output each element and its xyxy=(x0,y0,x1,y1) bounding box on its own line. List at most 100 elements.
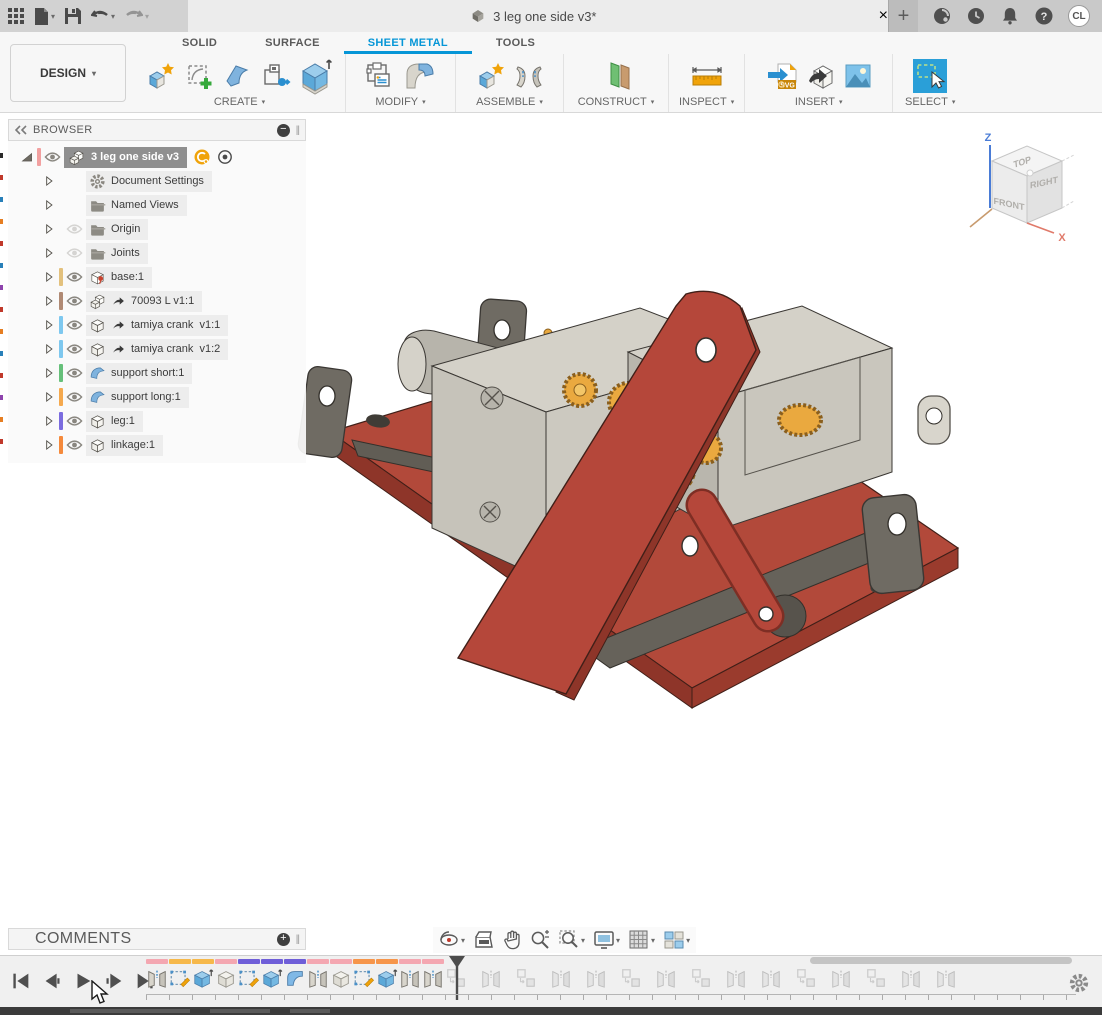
visibility-eye-icon[interactable] xyxy=(66,342,83,356)
group-label-insert[interactable]: INSERT▾ xyxy=(795,96,843,108)
undo-button[interactable]: ▾ xyxy=(91,9,115,24)
measure-icon[interactable] xyxy=(690,62,724,90)
help-icon[interactable]: ? xyxy=(1034,6,1054,26)
close-tab-icon[interactable]: × xyxy=(879,7,888,25)
look-at-icon[interactable] xyxy=(474,931,494,949)
expand-arrow-icon[interactable] xyxy=(42,222,56,236)
timeline-feature[interactable] xyxy=(353,959,375,990)
browser-row[interactable]: Document Settings xyxy=(8,169,306,193)
browser-root-row[interactable]: 3 leg one side v3 xyxy=(8,145,306,169)
selected-root-item[interactable]: 3 leg one side v3 xyxy=(64,147,187,168)
tab-tools[interactable]: TOOLS xyxy=(472,34,559,54)
visibility-eye-icon[interactable] xyxy=(66,270,83,284)
visibility-eye-icon[interactable] xyxy=(66,438,83,452)
grid-settings-icon[interactable]: ▾ xyxy=(629,930,655,950)
visibility-eye-icon[interactable] xyxy=(66,318,83,332)
browser-item-label[interactable]: linkage:1 xyxy=(111,439,155,451)
avatar[interactable]: CL xyxy=(1068,5,1090,27)
expand-arrow-icon[interactable] xyxy=(42,390,56,404)
browser-header[interactable]: BROWSER − || xyxy=(8,119,306,141)
timeline-settings-gear-icon[interactable] xyxy=(1068,972,1090,994)
timeline-feature[interactable] xyxy=(620,959,642,990)
panel-resize-grip[interactable]: || xyxy=(296,934,299,945)
group-label-modify[interactable]: MODIFY▾ xyxy=(375,96,425,108)
browser-row[interactable]: leg:1 xyxy=(8,409,306,433)
timeline-feature[interactable] xyxy=(725,959,747,990)
visibility-eye-icon[interactable] xyxy=(66,366,83,380)
timeline-feature[interactable] xyxy=(238,959,260,990)
joint-icon[interactable] xyxy=(515,61,543,91)
browser-item-label[interactable]: tamiya crank v1:2 xyxy=(131,343,220,355)
timeline-feature[interactable] xyxy=(760,959,782,990)
extensions-icon[interactable] xyxy=(932,6,952,26)
group-label-inspect[interactable]: INSPECT▾ xyxy=(679,96,734,108)
tab-surface[interactable]: SURFACE xyxy=(241,34,344,54)
timeline-feature[interactable] xyxy=(284,959,306,990)
timeline-feature[interactable] xyxy=(422,959,444,990)
browser-item-label[interactable]: Joints xyxy=(111,247,140,259)
browser-row[interactable]: 70093 L v1:1 xyxy=(8,289,306,313)
browser-row[interactable]: base:1 xyxy=(8,265,306,289)
bend-icon[interactable] xyxy=(403,60,437,92)
orbit-icon[interactable]: ▾ xyxy=(439,930,465,950)
timeline-feature[interactable] xyxy=(307,959,329,990)
extrude-icon[interactable] xyxy=(299,57,333,95)
expand-arrow-icon[interactable] xyxy=(42,438,56,452)
expand-arrow-icon[interactable] xyxy=(42,270,56,284)
timeline-feature[interactable] xyxy=(192,959,214,990)
browser-item-label[interactable]: Origin xyxy=(111,223,140,235)
document-tab[interactable]: 3 leg one side v3* xyxy=(470,8,596,24)
activate-component-radio-icon[interactable] xyxy=(217,149,233,165)
timeline-feature[interactable] xyxy=(515,959,537,990)
notifications-bell-icon[interactable] xyxy=(1000,6,1020,26)
browser-item-label[interactable]: support short:1 xyxy=(111,367,184,379)
browser-item-label[interactable]: tamiya crank v1:1 xyxy=(131,319,220,331)
file-menu-button[interactable]: ▾ xyxy=(34,8,55,25)
redo-button[interactable]: ▾ xyxy=(125,9,149,24)
job-status-clock-icon[interactable] xyxy=(966,6,986,26)
visibility-eye-icon[interactable] xyxy=(66,414,83,428)
assemble-new-component-icon[interactable] xyxy=(477,61,507,91)
browser-item-label[interactable]: 70093 L v1:1 xyxy=(131,295,194,307)
unfold-icon[interactable] xyxy=(261,61,291,91)
group-label-select[interactable]: SELECT▾ xyxy=(905,96,955,108)
expand-comments-icon[interactable]: + xyxy=(277,933,290,946)
expand-arrow-icon[interactable] xyxy=(42,414,56,428)
browser-row[interactable]: support short:1 xyxy=(8,361,306,385)
timeline-feature[interactable] xyxy=(330,959,352,990)
timeline-feature[interactable] xyxy=(169,959,191,990)
group-label-create[interactable]: CREATE▾ xyxy=(214,96,265,108)
browser-row[interactable]: linkage:1 xyxy=(8,433,306,457)
display-settings-icon[interactable]: ▾ xyxy=(594,931,620,949)
browser-row[interactable]: Named Views xyxy=(8,193,306,217)
timeline-feature[interactable] xyxy=(480,959,502,990)
flange-icon[interactable] xyxy=(223,61,253,91)
browser-row[interactable]: tamiya crank v1:2 xyxy=(8,337,306,361)
cloud-status-badge-icon[interactable] xyxy=(194,149,210,165)
go-to-start-button[interactable] xyxy=(10,970,32,992)
visibility-eye-icon[interactable] xyxy=(44,150,61,164)
browser-row[interactable]: Joints xyxy=(8,241,306,265)
view-cube[interactable]: TOP FRONT RIGHT Z X xyxy=(962,131,1092,249)
browser-row[interactable]: support long:1 xyxy=(8,385,306,409)
expand-arrow-icon[interactable] xyxy=(42,318,56,332)
browser-row[interactable]: tamiya crank v1:1 xyxy=(8,313,306,337)
visibility-eye-icon[interactable] xyxy=(66,246,83,260)
insert-svg-icon[interactable]: SVG xyxy=(766,60,798,92)
workspace-selector[interactable]: DESIGN ▾ xyxy=(10,44,126,102)
collapse-chevrons-icon[interactable] xyxy=(15,125,27,135)
app-grid-icon[interactable] xyxy=(8,8,24,24)
timeline-feature[interactable] xyxy=(146,959,168,990)
fit-icon[interactable]: ▾ xyxy=(559,930,585,950)
expand-arrow-icon[interactable] xyxy=(42,198,56,212)
timeline-feature[interactable] xyxy=(399,959,421,990)
create-sketch-icon[interactable] xyxy=(185,61,215,91)
new-component-icon[interactable] xyxy=(147,61,177,91)
tab-sheet-metal[interactable]: SHEET METAL xyxy=(344,34,472,54)
pan-icon[interactable] xyxy=(503,930,521,950)
viewport-canvas[interactable]: BROWSER − || 3 leg one side v3 xyxy=(0,113,1102,955)
browser-item-label[interactable]: Named Views xyxy=(111,199,179,211)
expand-arrow-icon[interactable] xyxy=(42,174,56,188)
browser-item-label[interactable]: Document Settings xyxy=(111,175,204,187)
comments-header[interactable]: COMMENTS + || xyxy=(8,928,306,950)
